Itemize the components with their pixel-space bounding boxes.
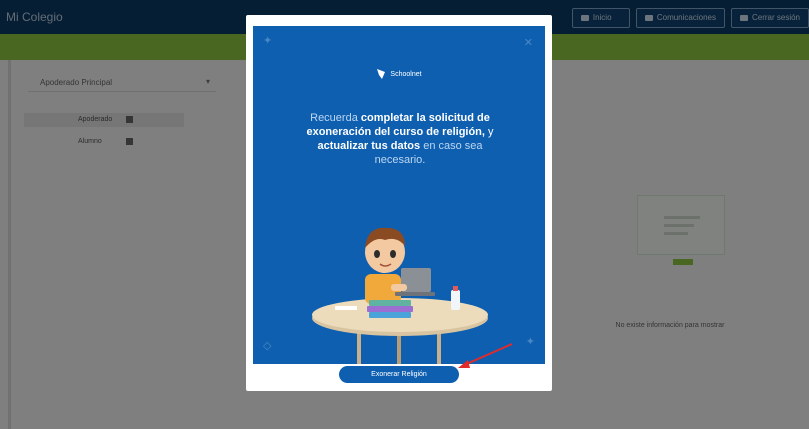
message-mid: y — [484, 126, 494, 138]
announcement-modal: ✦ ✕ ◇ ✦ Schoolnet Recuerda completar la … — [246, 15, 552, 391]
brand-logo: Schoolnet — [253, 68, 545, 80]
message-bold-2: actualizar tus datos — [317, 140, 421, 152]
leaf-icon — [377, 69, 386, 79]
decor-icon: ✕ — [523, 37, 533, 49]
decor-icon: ✦ — [263, 35, 273, 47]
message-intro: Recuerda — [310, 112, 361, 124]
announcement-poster: ✦ ✕ ◇ ✦ Schoolnet Recuerda completar la … — [253, 26, 545, 364]
annotation-arrow-icon — [458, 343, 513, 368]
announcement-message: Recuerda completar la solicitud de exone… — [297, 111, 503, 167]
brand-name: Schoolnet — [390, 70, 422, 78]
exonerate-religion-button[interactable]: Exonerar Religión — [339, 366, 459, 383]
decor-icon: ◇ — [263, 340, 272, 352]
decor-icon: ✦ — [525, 336, 535, 348]
